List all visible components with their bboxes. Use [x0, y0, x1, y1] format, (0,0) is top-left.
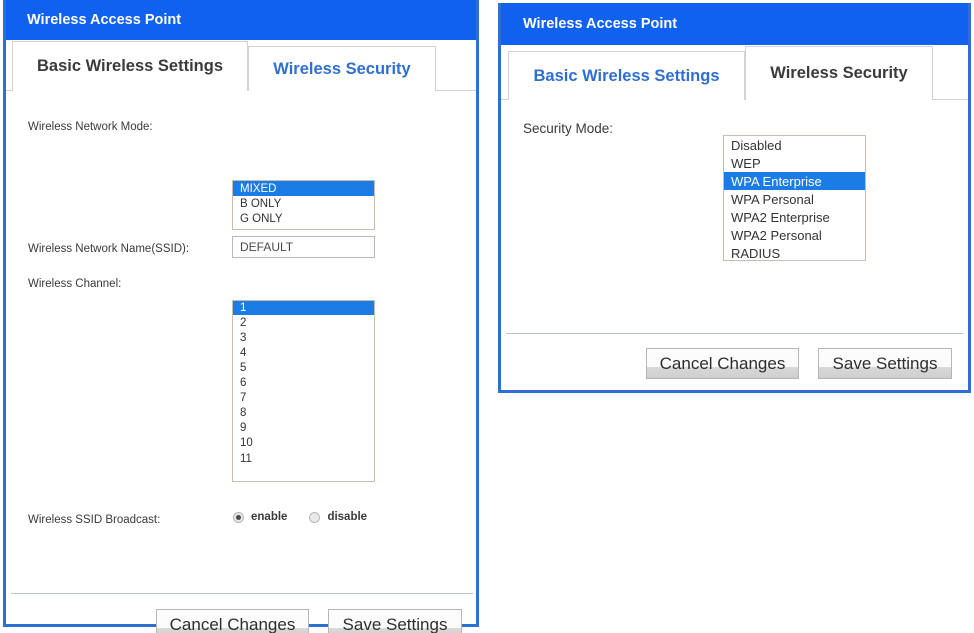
option-label: 4 — [240, 346, 247, 359]
option-label: RADIUS — [731, 245, 781, 261]
option-item[interactable]: 2 — [233, 315, 374, 330]
option-item[interactable]: RADIUS — [724, 244, 865, 261]
tab-wireless-security[interactable]: Wireless Security — [248, 46, 436, 91]
right-panel-body: Basic Wireless Settings Wireless Securit… — [501, 45, 968, 390]
tab-label: Basic Wireless Settings — [36, 57, 223, 75]
option-label: 1 — [240, 302, 247, 314]
option-label: WPA Enterprise — [731, 173, 822, 189]
option-label: 5 — [240, 361, 247, 374]
option-item[interactable]: 4 — [233, 345, 374, 360]
left-titlebar: Wireless Access Point — [6, 0, 476, 40]
right-window-title: Wireless Access Point — [523, 16, 678, 32]
option-item[interactable]: 1 — [233, 301, 374, 315]
tab-label: Wireless Security — [770, 64, 908, 82]
right-window-wireless-access-point: Wireless Access Point Basic Wireless Set… — [498, 3, 971, 393]
option-label: 6 — [240, 376, 247, 389]
left-footer-divider — [11, 593, 473, 594]
option-label: MIXED — [240, 182, 277, 195]
radio-option-enable[interactable]: enable — [233, 511, 287, 523]
left-window-title: Wireless Access Point — [27, 12, 182, 28]
right-tabbar: Basic Wireless Settings Wireless Securit… — [501, 45, 968, 101]
left-panel-body: Basic Wireless Settings Wireless Securit… — [6, 40, 476, 633]
option-label: 2 — [240, 316, 247, 329]
option-item[interactable]: WPA2 Enterprise — [724, 208, 865, 226]
dropdown-list-security-mode[interactable]: Disabled WEP WPA Enterprise WPA Personal… — [723, 135, 866, 261]
left-tabbar: Basic Wireless Settings Wireless Securit… — [6, 40, 476, 92]
option-label: 8 — [240, 406, 247, 419]
dropdown-list-wireless-network-mode[interactable]: MIXED B ONLY G ONLY — [232, 180, 375, 230]
option-label: 3 — [240, 331, 247, 344]
option-item[interactable]: B ONLY — [233, 196, 374, 211]
option-label: WPA2 Personal — [731, 227, 822, 243]
tab-active-mask — [746, 99, 932, 101]
tab-active-mask — [13, 90, 247, 92]
cancel-changes-button[interactable]: Cancel Changes — [646, 348, 799, 379]
dropdown-list-wireless-channel[interactable]: 1 2 3 4 5 6 7 8 9 10 11 — [232, 300, 375, 482]
label-wireless-channel: Wireless Channel: — [28, 278, 122, 290]
option-item[interactable]: G ONLY — [233, 211, 374, 226]
option-label: 10 — [240, 437, 253, 449]
cancel-changes-button[interactable]: Cancel Changes — [156, 609, 309, 633]
left-window-wireless-access-point: Wireless Access Point Basic Wireless Set… — [3, 0, 479, 633]
option-item[interactable]: 9 — [233, 420, 374, 435]
right-footer-divider — [506, 333, 963, 334]
label-wireless-ssid-broadcast: Wireless SSID Broadcast: — [28, 514, 161, 526]
radio-group-ssid-broadcast: enable disable — [233, 511, 367, 523]
row-wireless-network-mode: Wireless Network Mode: — [28, 117, 228, 133]
save-settings-button[interactable]: Save Settings — [818, 348, 952, 379]
right-titlebar: Wireless Access Point — [501, 3, 968, 45]
option-item[interactable]: WEP — [724, 154, 865, 172]
option-label: 7 — [240, 391, 247, 404]
option-item[interactable]: MIXED — [233, 181, 374, 196]
row-security-mode: Security Mode: — [523, 118, 713, 136]
button-label: Save Settings — [832, 353, 938, 373]
option-label: WPA2 Enterprise — [731, 209, 830, 225]
option-item[interactable]: 6 — [233, 375, 374, 390]
option-item[interactable]: WPA Personal — [724, 190, 865, 208]
label-wireless-network-mode: Wireless Network Mode: — [28, 121, 153, 133]
option-label: B ONLY — [240, 197, 282, 210]
tab-wireless-security[interactable]: Wireless Security — [745, 46, 933, 101]
button-label: Cancel Changes — [169, 614, 296, 633]
radio-button-enable[interactable] — [233, 511, 244, 523]
button-label: Save Settings — [342, 614, 448, 633]
option-item[interactable]: 3 — [233, 330, 374, 345]
option-item[interactable]: WPA Enterprise — [724, 172, 865, 190]
option-label: 11 — [240, 453, 252, 465]
option-label: Disabled — [731, 137, 782, 153]
option-item[interactable]: WPA2 Personal — [724, 226, 865, 244]
radio-option-disable[interactable]: disable — [309, 511, 367, 523]
radio-label: enable — [251, 511, 288, 523]
radio-label: disable — [327, 511, 368, 523]
row-wireless-ssid-broadcast: Wireless SSID Broadcast: — [28, 513, 228, 526]
screenshot-root: Wireless Access Point Basic Wireless Set… — [0, 0, 974, 633]
tab-label: Wireless Security — [273, 59, 411, 78]
label-security-mode: Security Mode: — [523, 121, 614, 136]
row-wireless-channel: Wireless Channel: — [28, 274, 228, 290]
radio-button-disable[interactable] — [309, 511, 321, 523]
tab-basic-wireless-settings[interactable]: Basic Wireless Settings — [508, 51, 745, 100]
option-item[interactable]: 10 — [233, 435, 374, 451]
option-item[interactable]: 5 — [233, 360, 374, 375]
option-item[interactable]: 8 — [233, 405, 374, 420]
label-wireless-network-name: Wireless Network Name(SSID): — [28, 243, 190, 255]
option-item[interactable]: 7 — [233, 390, 374, 405]
option-label: WPA Personal — [731, 191, 814, 207]
option-label: WEP — [731, 155, 761, 171]
option-item[interactable]: Disabled — [724, 136, 865, 154]
save-settings-button[interactable]: Save Settings — [328, 609, 462, 633]
button-label: Cancel Changes — [659, 353, 786, 373]
tab-label: Basic Wireless Settings — [533, 66, 720, 85]
row-wireless-network-name: Wireless Network Name(SSID): — [28, 239, 228, 255]
option-item[interactable]: 11 — [233, 451, 374, 467]
input-value: DEFAULT — [240, 240, 294, 254]
option-label: 9 — [240, 421, 247, 434]
option-label: G ONLY — [240, 212, 283, 225]
tab-basic-wireless-settings[interactable]: Basic Wireless Settings — [12, 41, 248, 92]
input-wireless-network-name-ssid[interactable]: DEFAULT — [232, 236, 375, 258]
